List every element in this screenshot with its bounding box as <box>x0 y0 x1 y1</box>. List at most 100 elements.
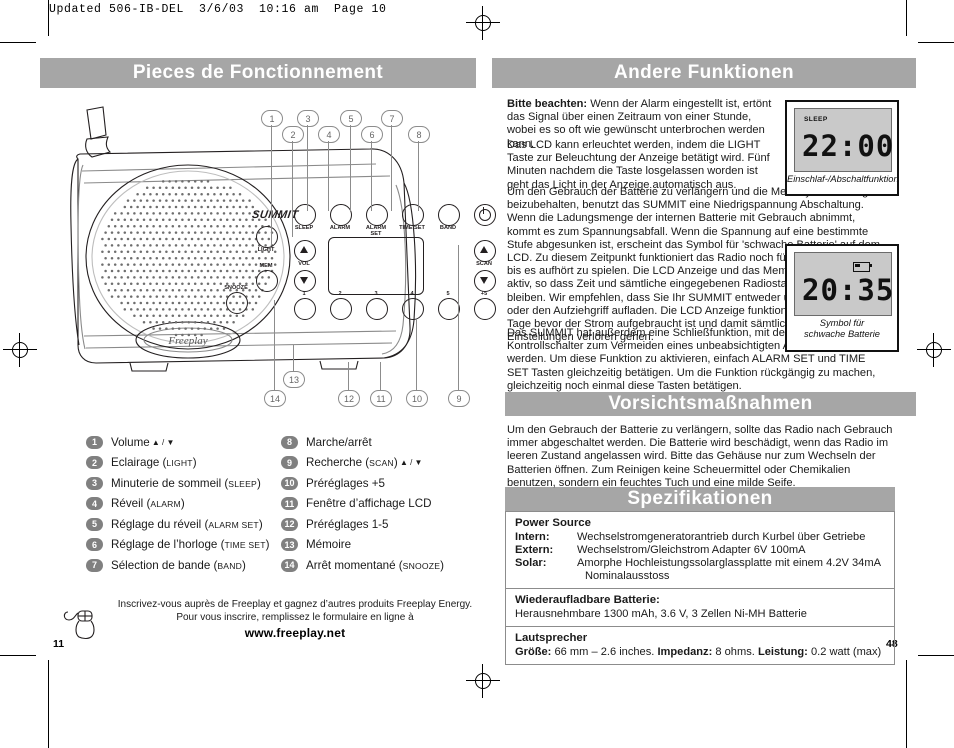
lcd-sleep-time: 22:00 <box>802 129 895 163</box>
button-band-label: BAND <box>439 225 457 231</box>
spec-speaker-power-key: Leistung: <box>757 645 808 658</box>
crop-mark-bottom-right-horizontal <box>918 655 954 656</box>
button-time-set[interactable] <box>402 204 424 226</box>
legend-item-12: 12 Préréglages 1-5 <box>281 514 444 535</box>
legend-item-label: Réveil (ALARM) <box>111 497 185 510</box>
volume-down-triangle-icon <box>300 277 308 284</box>
button-preset-plus5[interactable] <box>474 298 496 320</box>
lcd-battery-caption-line1: Symbol für <box>819 318 865 328</box>
spec-row-extern: Extern: Wechselstrom/Gleichstrom Adapter… <box>515 544 887 557</box>
paragraph-lcd-light: Das LCD kann erleuchtet werden, indem di… <box>507 139 770 191</box>
callout-leader-2 <box>292 141 293 237</box>
spec-speaker-title: Lautsprecher <box>515 632 588 645</box>
legend-item-label: Préréglages +5 <box>306 477 385 490</box>
button-preset-1[interactable] <box>294 298 316 320</box>
button-band[interactable] <box>438 204 460 226</box>
lcd-battery-time: 20:35 <box>802 273 895 307</box>
legend-item-label: Préréglages 1-5 <box>306 518 389 531</box>
manual-page: Updated 506-IB-DEL 3/6/03 10:16 am Page … <box>0 0 954 748</box>
legend-item-button-name: BAND <box>217 560 243 571</box>
label-preset-4: 4 <box>410 291 414 297</box>
legend-number-badge: 4 <box>86 497 103 511</box>
spec-intern-key: Intern: <box>515 530 550 543</box>
scan-down-triangle-icon <box>480 277 488 284</box>
legend-item-close-paren: ) <box>258 517 263 531</box>
banner-vorsichtsmassnahmen: Vorsichtsmaßnahmen <box>505 392 916 416</box>
callout-12: 12 <box>338 390 360 407</box>
spec-speaker-body: Größe: 66 mm – 2.6 inches. Impedanz: 8 o… <box>515 646 887 659</box>
registration-target-right <box>917 333 951 367</box>
lcd-sleep-tag: SLEEP <box>804 116 828 123</box>
lcd-screen-battery: 20:35 <box>794 252 895 316</box>
button-alarm-label: ALARM <box>329 225 351 231</box>
button-light[interactable] <box>256 226 278 248</box>
bitte-beachten-bold: Bitte beachten: <box>507 98 588 110</box>
spec-section-battery: Wiederaufladbare Batterie: Herausnehmbar… <box>506 589 894 628</box>
callout-leader-6 <box>371 141 372 211</box>
crop-mark-top-right-vertical <box>906 0 907 36</box>
legend-right-list: 8 Marche/arrêt 9 Recherche (SCAN) ▲ / ▼ 10 Pr… <box>281 432 444 576</box>
arrow-up-down-icon: ▲ / ▼ <box>397 458 423 468</box>
callout-10: 10 <box>406 390 428 407</box>
legend-item-11: 11 Fenêtre d’affichage LCD <box>281 494 444 515</box>
legend-number-badge: 12 <box>281 517 298 531</box>
crop-mark-right-horizontal <box>918 42 954 43</box>
legend-item-4: 4 Réveil (ALARM) <box>86 494 270 515</box>
spec-speaker-power-val: 0.2 watt (max) <box>807 645 882 658</box>
legend-item-close-paren: ) <box>192 456 197 470</box>
callout-leader-4 <box>328 141 329 211</box>
legend-item-label: Volume ▲ / ▼ <box>111 436 174 449</box>
scan-up-triangle-icon <box>480 246 488 253</box>
callout-2: 2 <box>282 126 304 143</box>
button-preset-2[interactable] <box>330 298 352 320</box>
legend-item-text: Mémoire <box>306 538 352 552</box>
spec-section-power: Power Source Intern: Wechselstromgenerat… <box>506 512 894 590</box>
spec-speaker-impedance-val: 8 ohms. <box>712 645 758 658</box>
crop-mark-bottom-left-horizontal <box>0 655 36 656</box>
button-alarm[interactable] <box>330 204 352 226</box>
button-preset-3[interactable] <box>366 298 388 320</box>
crop-mark-bottom-left-vertical <box>48 660 49 748</box>
button-sleep[interactable] <box>294 204 316 226</box>
legend-item-text: Minuterie de sommeil ( <box>111 476 229 490</box>
spec-extern-key: Extern: <box>515 543 554 556</box>
legend-item-text: Fenêtre d’affichage LCD <box>306 497 432 511</box>
button-mem[interactable] <box>256 270 278 292</box>
prepress-header: Updated 506-IB-DEL 3/6/03 10:16 am Page … <box>49 3 387 16</box>
button-preset-4[interactable] <box>402 298 424 320</box>
legend-number-badge: 1 <box>86 435 103 449</box>
footer-url[interactable]: www.freeplay.net <box>110 626 480 640</box>
legend-number-badge: 11 <box>281 497 298 511</box>
callout-4: 4 <box>318 126 340 143</box>
button-snooze[interactable] <box>226 292 248 314</box>
legend-number-badge: 2 <box>86 456 103 470</box>
power-icon-bar <box>483 207 485 214</box>
registration-target-left <box>3 333 37 367</box>
registration-target-top <box>466 6 500 40</box>
legend-item-label: Eclairage (LIGHT) <box>111 456 197 469</box>
lcd-figure-sleep: SLEEP 22:00 Einschlaf-/Abschaltfunktion <box>785 100 899 196</box>
button-preset-5[interactable] <box>438 298 460 320</box>
legend-item-8: 8 Marche/arrêt <box>281 432 444 453</box>
legend-item-close-paren: ) <box>256 476 261 490</box>
paragraph-vorsicht-body: Um den Gebrauch der Batterie zu verlänge… <box>507 424 893 489</box>
spec-speaker-size-val: 66 mm – 2.6 inches. <box>551 645 658 658</box>
legend-item-text: Marche/arrêt <box>306 435 372 449</box>
spec-power-title: Power Source <box>515 517 591 529</box>
button-light-label: LIGHT <box>257 247 275 253</box>
legend-item-close-paren: ) <box>440 558 445 572</box>
button-alarm-set[interactable] <box>366 204 388 226</box>
callout-leader-3 <box>307 125 308 211</box>
legend-item-text: Arrêt momentané ( <box>306 558 403 572</box>
callout-1: 1 <box>261 110 283 127</box>
button-mem-label: MEM <box>259 263 273 269</box>
callout-14: 14 <box>264 390 286 407</box>
button-snooze-label: SNOOZE <box>224 285 248 291</box>
callout-9: 9 <box>448 390 470 407</box>
legend-item-label: Mémoire <box>306 538 351 551</box>
legend-item-text: Réveil ( <box>111 497 151 511</box>
callout-leader-14 <box>274 300 275 390</box>
callout-7: 7 <box>381 110 403 127</box>
callout-leader-10 <box>416 318 417 390</box>
legend-item-text: Sélection de bande ( <box>111 558 218 572</box>
